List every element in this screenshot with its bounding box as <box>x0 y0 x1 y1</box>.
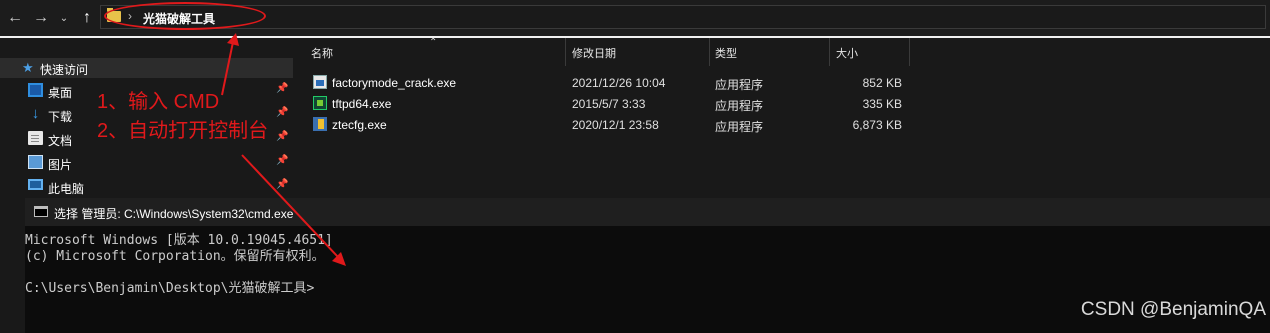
watermark: CSDN @BenjaminQA <box>1080 299 1266 320</box>
annotation-arrow-down <box>241 154 339 258</box>
annotation-arrow-up <box>221 41 234 96</box>
annotation-arrows <box>221 33 346 266</box>
arrowhead-icon <box>227 33 239 46</box>
